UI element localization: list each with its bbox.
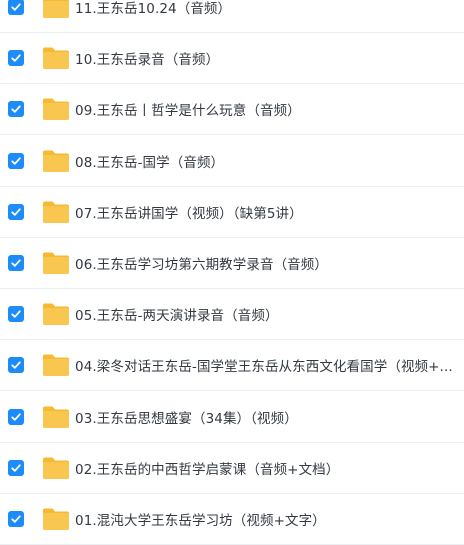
row-checkbox[interactable] [8,306,24,323]
folder-icon [42,200,70,224]
file-name[interactable]: 07.王东岳讲国学（视频）（缺第5讲） [75,202,464,222]
folder-icon [42,405,70,429]
file-name[interactable]: 10.王东岳录音（音频） [75,48,464,68]
file-row[interactable]: 08.王东岳-国学（音频） [0,136,464,187]
file-name[interactable]: 06.王东岳学习坊第六期教学录音（音频） [75,253,464,273]
checkmark-icon [11,464,21,472]
file-row[interactable]: 06.王东岳学习坊第六期教学录音（音频） [0,238,464,289]
checkmark-icon [11,310,21,318]
file-name[interactable]: 04.梁冬对话王东岳-国学堂王东岳从东西文化看国学（视频+... [75,355,464,375]
file-row[interactable]: 07.王东岳讲国学（视频）（缺第5讲） [0,187,464,238]
row-checkbox[interactable] [8,50,24,67]
checkmark-icon [11,54,21,62]
file-row[interactable]: 01.混沌大学王东岳学习坊（视频+文字） [0,494,464,545]
file-name[interactable]: 05.王东岳-两天演讲录音（音频） [75,304,464,324]
file-name[interactable]: 01.混沌大学王东岳学习坊（视频+文字） [75,509,464,529]
row-checkbox[interactable] [8,152,24,169]
checkmark-icon [11,515,21,523]
file-list: 11.王东岳10.24（音频） 10.王东岳录音（音频） 09.王东岳丨哲学是什么玩… [0,0,464,545]
row-checkbox[interactable] [8,255,24,271]
row-checkbox[interactable] [8,357,24,374]
file-row[interactable]: 11.王东岳10.24（音频） [0,0,464,33]
folder-icon [42,149,70,173]
folder-icon [42,302,70,326]
file-row[interactable]: 03.王东岳思想盛宴（34集）（视频） [0,392,464,443]
checkmark-icon [11,361,21,370]
file-name[interactable]: 09.王东岳丨哲学是什么玩意（音频） [75,99,464,119]
checkmark-icon [11,259,21,267]
row-checkbox[interactable] [8,101,24,118]
row-checkbox[interactable] [8,0,24,15]
folder-icon [42,46,70,70]
file-name[interactable]: 08.王东岳-国学（音频） [75,151,464,171]
folder-icon [42,507,70,531]
row-checkbox[interactable] [8,511,24,527]
row-checkbox[interactable] [8,459,24,476]
file-row[interactable]: 10.王东岳录音（音频） [0,33,464,85]
file-row[interactable]: 05.王东岳-两天演讲录音（音频） [0,289,464,341]
file-row[interactable]: 09.王东岳丨哲学是什么玩意（音频） [0,84,464,136]
file-name[interactable]: 11.王东岳10.24（音频） [75,0,464,17]
folder-icon [42,251,70,275]
checkmark-icon [11,208,21,216]
folder-icon [42,353,70,377]
file-name[interactable]: 03.王东岳思想盛宴（34集）（视频） [75,407,464,427]
checkmark-icon [11,412,21,421]
checkmark-icon [11,3,21,11]
file-row[interactable]: 04.梁冬对话王东岳-国学堂王东岳从东西文化看国学（视频+... [0,340,464,392]
file-name[interactable]: 02.王东岳的中西哲学启蒙课（音频+文档） [75,458,464,478]
folder-icon [42,0,70,19]
row-checkbox[interactable] [8,203,24,220]
folder-icon [42,97,70,121]
file-row[interactable]: 02.王东岳的中西哲学启蒙课（音频+文档） [0,443,464,494]
folder-icon [42,456,70,480]
checkmark-icon [11,105,21,114]
row-checkbox[interactable] [8,408,24,425]
checkmark-icon [11,156,21,165]
